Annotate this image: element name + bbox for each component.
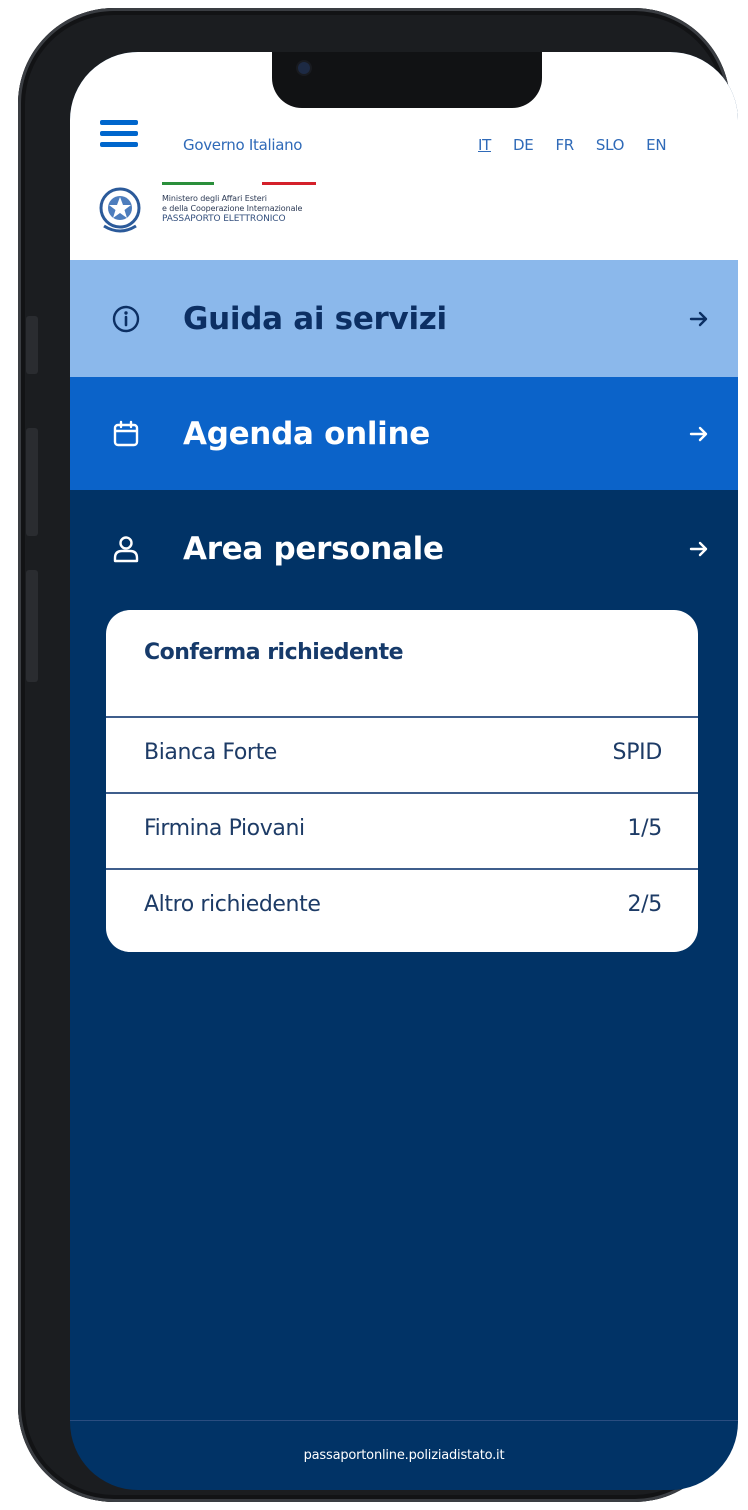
confirm-applicant-card: Conferma richiedente Bianca Forte SPID F… bbox=[106, 610, 698, 952]
phone-screen: Governo Italiano IT DE FR SLO EN Ministe… bbox=[70, 52, 738, 1490]
card-title: Conferma richiedente bbox=[144, 640, 404, 665]
flag-green-line bbox=[162, 182, 214, 185]
menu-item-agenda-online[interactable]: Agenda online bbox=[70, 377, 738, 490]
arrow-right-icon bbox=[689, 426, 708, 441]
arrow-right-icon bbox=[689, 541, 708, 557]
phone-side-button bbox=[26, 316, 38, 374]
menu-item-label: Agenda online bbox=[183, 415, 430, 452]
applicant-name: Altro richiedente bbox=[144, 892, 321, 917]
site-url[interactable]: passaportonline.poliziadistato.it bbox=[70, 1448, 738, 1463]
ministry-line-1: Ministero degli Affari Esteri bbox=[162, 194, 267, 203]
applicant-status: 1/5 bbox=[627, 816, 662, 841]
ministry-line-2: e della Cooperazione Internazionale bbox=[162, 204, 303, 213]
menu-item-label: Guida ai servizi bbox=[183, 300, 447, 337]
ministry-title: Ministero degli Affari Esteri e della Co… bbox=[162, 194, 302, 224]
arrow-right-icon bbox=[689, 311, 708, 326]
italian-republic-emblem-icon bbox=[99, 187, 141, 233]
language-switcher: IT DE FR SLO EN bbox=[478, 136, 667, 154]
menu-item-guida-ai-servizi[interactable]: Guida ai servizi bbox=[70, 260, 738, 377]
applicant-status: 2/5 bbox=[627, 892, 662, 917]
calendar-icon bbox=[113, 420, 139, 446]
applicant-name: Firmina Piovani bbox=[144, 816, 305, 841]
applicant-row[interactable]: Altro richiedente 2/5 bbox=[106, 868, 698, 946]
lang-slo[interactable]: SLO bbox=[596, 136, 625, 154]
camera-icon bbox=[298, 62, 310, 74]
menu-item-label: Area personale bbox=[183, 531, 444, 567]
governo-italiano-link[interactable]: Governo Italiano bbox=[183, 136, 302, 154]
flag-red-line bbox=[262, 182, 316, 185]
applicant-row[interactable]: Firmina Piovani 1/5 bbox=[106, 792, 698, 870]
hamburger-menu-icon[interactable] bbox=[100, 120, 138, 148]
menu-item-area-personale[interactable]: Area personale bbox=[70, 490, 738, 608]
applicant-row[interactable]: Bianca Forte SPID bbox=[106, 716, 698, 794]
info-circle-icon bbox=[112, 305, 140, 332]
footer-divider bbox=[70, 1420, 738, 1421]
phone-notch bbox=[272, 52, 542, 108]
applicant-name: Bianca Forte bbox=[144, 740, 277, 765]
phone-volume-down-button bbox=[26, 570, 38, 682]
lang-en[interactable]: EN bbox=[646, 136, 666, 154]
user-icon bbox=[113, 536, 139, 563]
phone-frame: Governo Italiano IT DE FR SLO EN Ministe… bbox=[18, 8, 738, 1502]
lang-it[interactable]: IT bbox=[478, 136, 491, 154]
ministry-line-3: PASSAPORTO ELETTRONICO bbox=[162, 214, 286, 224]
lang-fr[interactable]: FR bbox=[555, 136, 574, 154]
applicant-status: SPID bbox=[612, 740, 663, 765]
lang-de[interactable]: DE bbox=[513, 136, 534, 154]
phone-volume-up-button bbox=[26, 428, 38, 536]
